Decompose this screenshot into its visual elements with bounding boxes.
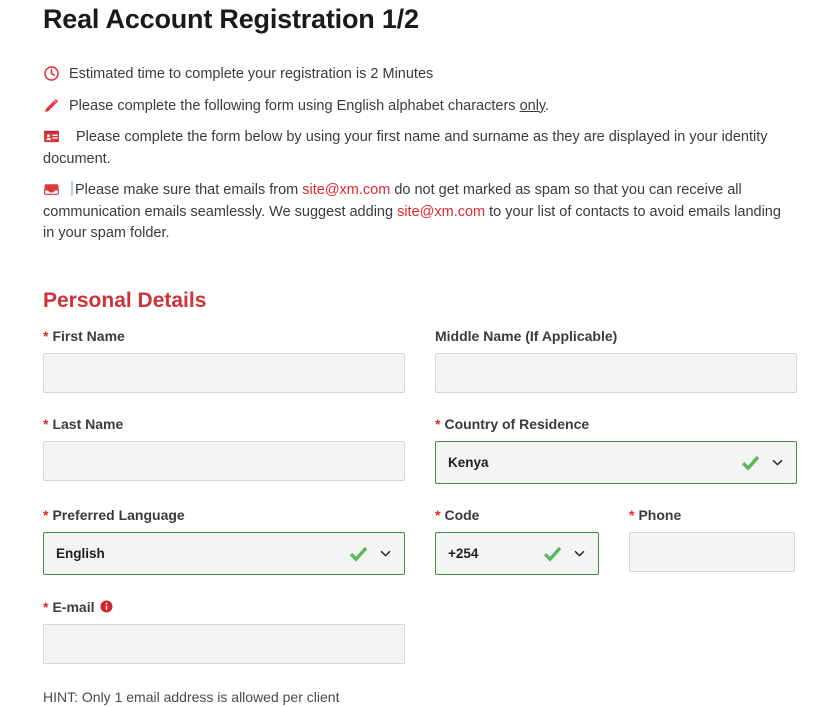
field-country-of-residence: * Country of Residence Kenya [435, 415, 797, 484]
first-name-input[interactable] [43, 352, 405, 393]
label-text: Code [444, 506, 480, 523]
page-title: Real Account Registration 1/2 [43, 4, 419, 34]
valid-check-icon [542, 543, 563, 564]
field-phone-code: * Code +254 [435, 506, 599, 575]
label-text: Middle Name (If Applicable) [435, 327, 618, 344]
field-label: Middle Name (If Applicable) [435, 327, 797, 345]
language-select[interactable]: English [43, 531, 405, 575]
form-row-language-phone: * Preferred Language English * Code +254… [43, 506, 796, 598]
form-row-names: * First Name Middle Name (If Applicable) [43, 327, 797, 415]
email-input[interactable] [43, 623, 405, 664]
label-text: Last Name [52, 415, 124, 432]
text-caret [71, 181, 73, 196]
chevron-down-icon [771, 456, 784, 469]
language-select-value: English [56, 545, 105, 561]
notice-text: Please make sure that emails from site@x… [43, 180, 796, 245]
notice-text-lead: Please complete the following form using… [69, 97, 520, 114]
chevron-down-icon [573, 547, 586, 560]
field-label: * E-mail [43, 598, 405, 616]
notice-text: Please complete the following form using… [43, 96, 796, 118]
language-select-wrapper: English [43, 531, 405, 575]
email-hint: HINT: Only 1 email address is allowed pe… [43, 688, 340, 705]
phone-input[interactable] [629, 531, 795, 572]
code-select-wrapper: +254 [435, 531, 599, 575]
form-row-email: * E-mail HINT: Only 1 email address is a… [43, 598, 796, 707]
required-marker: * [629, 506, 635, 523]
personal-details-form: * First Name Middle Name (If Applicable)… [43, 327, 797, 707]
notice-part-1: Please make sure that emails from [75, 182, 303, 198]
label-text: Preferred Language [52, 506, 185, 523]
field-email: * E-mail HINT: Only 1 email address is a… [43, 598, 405, 707]
required-marker: * [43, 598, 49, 615]
required-marker: * [435, 415, 441, 432]
valid-check-icon [740, 452, 761, 473]
country-select[interactable]: Kenya [435, 440, 797, 484]
form-row-lastname-country: * Last Name * Country of Residence Kenya [43, 415, 797, 506]
envelope-icon [43, 181, 60, 198]
middle-name-input[interactable] [435, 352, 797, 393]
field-label: * Country of Residence [435, 415, 797, 433]
notice-emphasis-only: only [519, 97, 546, 114]
label-text: Country of Residence [444, 415, 590, 432]
info-icon[interactable] [100, 600, 113, 613]
notice-text: Please complete the form below by using … [43, 129, 768, 167]
field-preferred-language: * Preferred Language English [43, 506, 405, 575]
field-last-name: * Last Name [43, 415, 405, 484]
field-label: * Preferred Language [43, 506, 405, 524]
label-text: Phone [638, 506, 682, 523]
chevron-down-icon [379, 547, 392, 560]
notice-email-spam: Please make sure that emails from site@x… [43, 180, 796, 245]
required-marker: * [43, 506, 49, 523]
notice-text: Estimated time to complete your registra… [69, 66, 434, 82]
pencil-icon [43, 97, 60, 114]
notice-estimated-time: Estimated time to complete your registra… [43, 64, 796, 86]
country-select-wrapper: Kenya [435, 440, 797, 484]
field-phone: * Phone [629, 506, 795, 575]
id-card-icon [43, 128, 60, 145]
notice-english-characters: Please complete the following form using… [43, 96, 796, 118]
field-label: * Last Name [43, 415, 405, 433]
registration-page: Real Account Registration 1/2 Estimated … [0, 0, 836, 705]
country-select-value: Kenya [448, 454, 489, 470]
label-text: E-mail [52, 598, 95, 615]
email-link-2[interactable]: site@xm.com [397, 204, 485, 220]
section-title-personal-details: Personal Details [43, 288, 207, 312]
label-text: First Name [52, 327, 125, 344]
required-marker: * [43, 415, 49, 432]
required-marker: * [43, 327, 49, 344]
last-name-input[interactable] [43, 440, 405, 481]
code-select-value: +254 [448, 545, 479, 561]
notice-list: Estimated time to complete your registra… [43, 64, 796, 245]
email-link-1[interactable]: site@xm.com [302, 182, 390, 198]
code-select[interactable]: +254 [435, 531, 599, 575]
valid-check-icon [348, 543, 369, 564]
field-label: * Phone [629, 506, 795, 524]
field-label: * Code [435, 506, 599, 524]
field-first-name: * First Name [43, 327, 405, 393]
clock-icon [43, 65, 60, 82]
notice-text-tail: . [545, 97, 550, 114]
required-marker: * [435, 506, 441, 523]
field-middle-name: Middle Name (If Applicable) [435, 327, 797, 393]
notice-identity-document: Please complete the form below by using … [43, 127, 796, 170]
email-row-spacer [435, 598, 797, 707]
field-label: * First Name [43, 327, 405, 345]
